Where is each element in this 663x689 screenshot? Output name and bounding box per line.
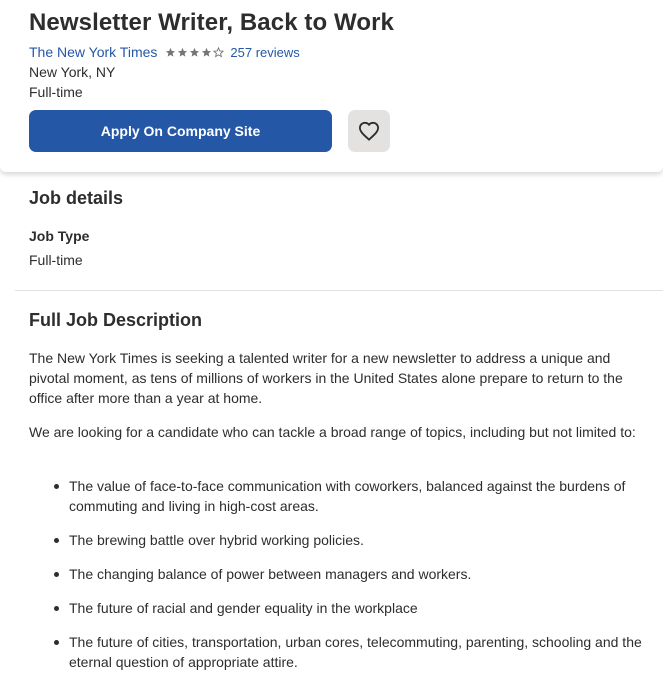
heart-icon: [358, 121, 380, 141]
star-filled-icon: [190, 47, 200, 57]
description-paragraph: We are looking for a candidate who can t…: [29, 424, 636, 440]
bullet-item: The future of cities, transportation, ur…: [29, 632, 651, 672]
job-details-heading: Job details: [29, 188, 124, 208]
star-filled-icon: [166, 47, 176, 57]
star-empty-icon: [213, 46, 225, 58]
bullet-item: The future of racial and gender equality…: [29, 598, 651, 618]
job-type-label: Job Type: [29, 228, 90, 244]
rating-stars: [165, 46, 225, 58]
bullet-item: The changing balance of power between ma…: [29, 564, 651, 584]
description-paragraph: The New York Times is seeking a talented…: [29, 350, 623, 406]
job-header-card: Newsletter Writer, Back to Work The New …: [0, 0, 663, 172]
apply-button[interactable]: Apply On Company Site: [29, 110, 332, 152]
company-row: The New York Times 257 reviews: [29, 43, 300, 61]
section-divider: [15, 290, 663, 291]
full-description-heading: Full Job Description: [29, 310, 203, 330]
bullet-item: The brewing battle over hybrid working p…: [29, 530, 651, 550]
save-job-button[interactable]: [348, 110, 390, 152]
bullet-item: The value of face-to-face communication …: [29, 476, 651, 516]
description-bullet-list: The value of face-to-face communication …: [29, 476, 651, 686]
job-type-summary: Full-time: [29, 84, 83, 100]
job-title: Newsletter Writer, Back to Work: [29, 9, 394, 36]
job-type-value: Full-time: [29, 252, 83, 268]
star-filled-icon: [202, 47, 212, 57]
company-link[interactable]: The New York Times: [29, 44, 157, 60]
star-filled-icon: [178, 47, 188, 57]
reviews-link[interactable]: 257 reviews: [230, 45, 299, 60]
job-location: New York, NY: [29, 64, 116, 80]
